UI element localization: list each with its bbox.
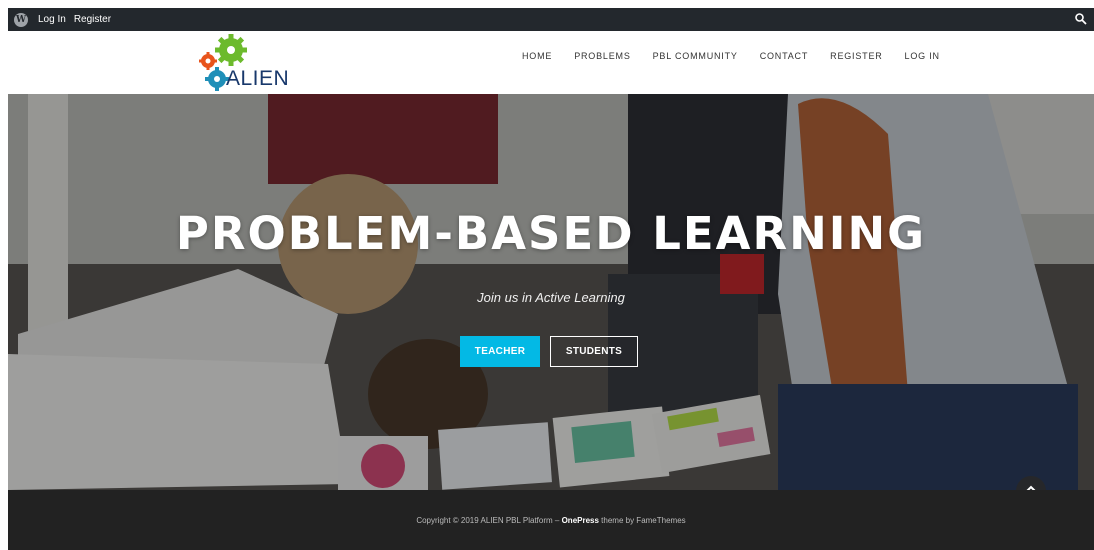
search-icon[interactable]: [1074, 12, 1088, 26]
wordpress-icon[interactable]: W: [14, 12, 28, 27]
students-button[interactable]: STUDENTS: [550, 336, 638, 367]
hero-section: PROBLEM-BASED LEARNING Join us in Active…: [8, 94, 1094, 490]
hero-title: PROBLEM-BASED LEARNING: [175, 207, 927, 260]
footer-copyright: Copyright © 2019 ALIEN PBL Platform – On…: [8, 516, 1094, 525]
nav-pbl-community[interactable]: PBL COMMUNITY: [653, 51, 738, 61]
nav-log-in[interactable]: LOG IN: [905, 51, 940, 61]
site-header: ALIEN HOME PROBLEMS PBL COMMUNITY CONTAC…: [8, 31, 1094, 94]
hero-subtitle: Join us in Active Learning: [477, 290, 625, 305]
admin-register-link[interactable]: Register: [74, 14, 111, 25]
teacher-button[interactable]: TEACHER: [460, 336, 540, 367]
admin-bar: W Log In Register: [8, 8, 1094, 31]
primary-nav: HOME PROBLEMS PBL COMMUNITY CONTACT REGI…: [522, 51, 962, 61]
onepress-link[interactable]: OnePress: [562, 516, 599, 525]
nav-contact[interactable]: CONTACT: [760, 51, 808, 61]
admin-login-link[interactable]: Log In: [38, 14, 66, 25]
site-footer: Copyright © 2019 ALIEN PBL Platform – On…: [8, 490, 1094, 550]
brand-name[interactable]: ALIEN: [226, 67, 289, 91]
nav-home[interactable]: HOME: [522, 51, 552, 61]
nav-problems[interactable]: PROBLEMS: [574, 51, 630, 61]
nav-register[interactable]: REGISTER: [830, 51, 882, 61]
copyright-text: Copyright © 2019 ALIEN PBL Platform –: [416, 516, 560, 525]
theme-credit[interactable]: theme by FameThemes: [601, 516, 685, 525]
